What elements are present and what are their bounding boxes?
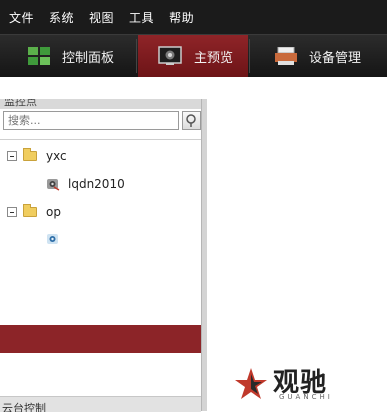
grid-icon xyxy=(28,47,50,65)
tree-node-label: yxc xyxy=(46,149,67,163)
panel-header: 监控点 xyxy=(0,99,201,109)
menu-bar: 文件 系统 视图 工具 帮助 xyxy=(0,0,387,34)
tree-node-group[interactable]: yxc xyxy=(7,143,67,169)
search-button[interactable] xyxy=(182,111,201,130)
tab-main-preview[interactable]: 主预览 xyxy=(138,35,248,77)
tab-label: 主预览 xyxy=(194,50,234,66)
tab-label: 控制面板 xyxy=(62,50,115,66)
panel-border xyxy=(201,99,202,411)
tab-divider xyxy=(249,39,250,73)
tree-node-group[interactable]: op xyxy=(7,199,61,225)
tab-device-management[interactable]: 设备管理 xyxy=(251,35,387,77)
camera-icon xyxy=(47,234,58,244)
resource-panel: 监控点 yxc lqdn2010 op 监控点1_op xyxy=(0,99,207,411)
collapse-icon[interactable] xyxy=(7,207,17,217)
star-logo-icon xyxy=(235,368,267,399)
menu-view[interactable]: 视图 xyxy=(89,9,114,26)
watermark-subtext: GUANCHI xyxy=(279,393,333,401)
search-icon xyxy=(186,114,196,127)
tab-control-panel[interactable]: 控制面板 xyxy=(0,35,136,77)
watermark-logo: 观驰 GUANCHI xyxy=(233,362,353,406)
menu-tools[interactable]: 工具 xyxy=(129,9,154,26)
collapse-icon[interactable] xyxy=(7,151,17,161)
divider xyxy=(0,139,201,140)
search-input[interactable] xyxy=(3,111,179,130)
tab-divider xyxy=(136,39,137,73)
menu-file[interactable]: 文件 xyxy=(9,9,34,26)
folder-icon xyxy=(23,148,37,161)
tab-bar: 控制面板 主预览 设备管理 xyxy=(0,34,387,77)
ptz-control-label: 云台控制 xyxy=(2,402,46,412)
device-icon xyxy=(275,47,297,65)
selected-row-highlight xyxy=(0,325,201,353)
tree-node-camera-selected[interactable]: 监控点1_op xyxy=(46,226,133,252)
menu-help[interactable]: 帮助 xyxy=(169,9,194,26)
camera-offline-icon xyxy=(47,179,60,191)
tree-node-label: op xyxy=(46,205,61,219)
panel-title: 监控点 xyxy=(4,99,37,108)
menu-system[interactable]: 系统 xyxy=(49,9,74,26)
folder-icon xyxy=(23,204,37,217)
tree-node-label: 监控点1_op xyxy=(68,232,133,247)
tree-node-label: lqdn2010 xyxy=(68,177,125,191)
preview-icon xyxy=(158,46,182,65)
tree-node-camera[interactable]: lqdn2010 xyxy=(46,171,125,197)
tab-label: 设备管理 xyxy=(309,50,362,66)
ptz-control-header[interactable]: 云台控制 xyxy=(0,396,201,412)
